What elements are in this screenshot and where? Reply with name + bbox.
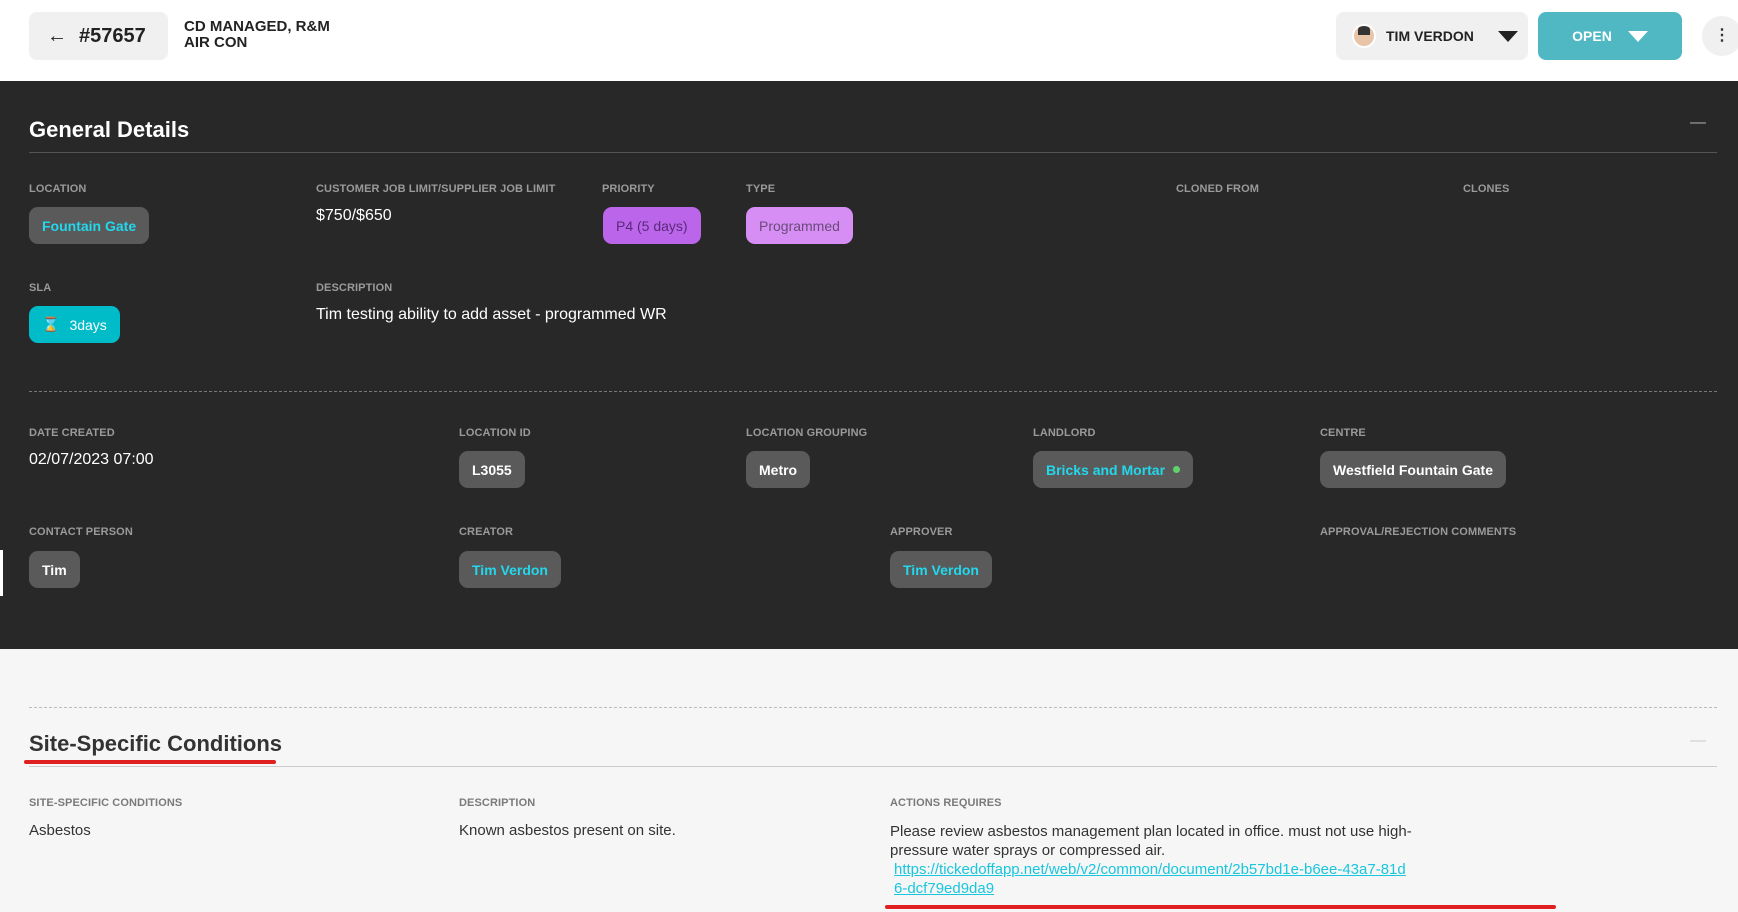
location-grouping-chip: Metro: [746, 451, 811, 488]
status-dropdown[interactable]: OPEN: [1538, 12, 1682, 60]
job-number: #57657: [79, 24, 146, 47]
job-limit-value: $750/$650: [316, 207, 392, 224]
conditions-value: Asbestos: [29, 822, 91, 839]
user-dropdown[interactable]: TIM VERDON: [1336, 12, 1528, 60]
location-id-chip: L3055: [459, 451, 525, 488]
label: DATE CREATED: [29, 427, 115, 439]
annotation-underline: [885, 905, 1556, 909]
label: DESCRIPTION: [459, 797, 536, 809]
section-title: Site-Specific Conditions: [29, 731, 283, 756]
status-dot-icon: [1173, 466, 1181, 473]
label: CREATOR: [459, 526, 514, 538]
more-options-icon[interactable]: ⋮: [1702, 16, 1738, 56]
job-title: CD MANAGED, R&M AIR CON: [184, 18, 330, 51]
landlord-chip[interactable]: Bricks and Mortar: [1033, 451, 1194, 488]
annotation-underline: [24, 760, 276, 764]
site-description-value: Known asbestos present on site.: [459, 822, 676, 839]
divider: [29, 707, 1717, 708]
side-indicator: [0, 550, 3, 596]
user-name: TIM VERDON: [1386, 28, 1474, 44]
collapse-icon[interactable]: —: [1690, 732, 1706, 750]
label: DESCRIPTION: [316, 282, 393, 294]
general-details-section: [0, 81, 1738, 649]
back-button[interactable]: ← #57657: [29, 12, 168, 60]
approver-chip[interactable]: Tim Verdon: [890, 551, 992, 588]
location-chip[interactable]: Fountain Gate: [29, 207, 150, 244]
header: ← #57657 CD MANAGED, R&M AIR CON TIM VERDO…: [0, 0, 1738, 81]
label: LOCATION ID: [459, 427, 531, 439]
arrow-left-icon: ←: [47, 24, 67, 47]
caret-down-icon: [1627, 30, 1648, 42]
label: APPROVAL/REJECTION COMMENTS: [1320, 526, 1517, 538]
status-label: OPEN: [1572, 28, 1612, 44]
label: PRIORITY: [602, 183, 655, 195]
label: TYPE: [746, 183, 776, 195]
label: LOCATION: [29, 183, 87, 195]
sla-badge: ⌛ 3days: [29, 306, 120, 343]
hourglass-icon: ⌛: [42, 316, 60, 332]
divider: [29, 391, 1717, 392]
avatar: [1352, 24, 1376, 48]
label: CUSTOMER JOB LIMIT/SUPPLIER JOB LIMIT: [316, 183, 556, 195]
collapse-icon[interactable]: —: [1690, 114, 1706, 132]
divider: [29, 152, 1717, 153]
description-value: Tim testing ability to add asset - progr…: [316, 306, 667, 323]
creator-chip[interactable]: Tim Verdon: [459, 551, 561, 588]
date-created-value: 02/07/2023 07:00: [29, 451, 154, 468]
section-title: General Details: [29, 117, 190, 142]
priority-badge: P4 (5 days): [603, 207, 701, 244]
centre-chip: Westfield Fountain Gate: [1320, 451, 1506, 488]
label: APPROVER: [890, 526, 953, 538]
label: CONTACT PERSON: [29, 526, 133, 538]
label: CENTRE: [1320, 427, 1366, 439]
type-badge: Programmed: [746, 207, 853, 244]
caret-down-icon: [1497, 30, 1518, 42]
label: SLA: [29, 282, 52, 294]
label: CLONES: [1463, 183, 1510, 195]
document-link[interactable]: https://tickedoffapp.net/web/v2/common/d…: [894, 860, 1414, 898]
contact-person-chip: Tim: [29, 551, 80, 588]
label: ACTIONS REQUIRES: [890, 797, 1002, 809]
label: LOCATION GROUPING: [746, 427, 868, 439]
label: LANDLORD: [1033, 427, 1096, 439]
divider: [29, 766, 1717, 767]
actions-value: Please review asbestos management plan l…: [890, 822, 1450, 898]
label: SITE-SPECIFIC CONDITIONS: [29, 797, 183, 809]
label: CLONED FROM: [1176, 183, 1259, 195]
